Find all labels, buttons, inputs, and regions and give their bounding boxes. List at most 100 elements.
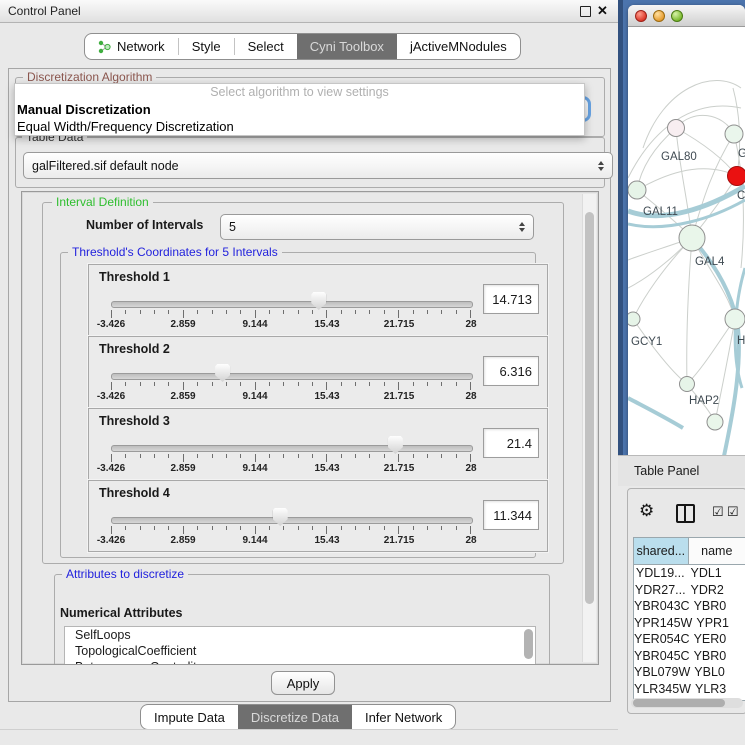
slider-ticks	[111, 526, 471, 534]
scale-label: -3.426	[97, 319, 125, 330]
slider-ticks	[111, 310, 471, 318]
network-edge[interactable]	[692, 134, 734, 238]
tab-infer-network[interactable]: Infer Network	[352, 705, 455, 729]
scale-label: 9.144	[242, 391, 267, 402]
tab-cyni-toolbox[interactable]: Cyni Toolbox	[297, 34, 397, 59]
column-header-shared-name[interactable]: shared...	[634, 538, 689, 564]
cell-name: YBR0	[690, 648, 745, 665]
gear-icon[interactable]: ⚙	[639, 502, 654, 519]
network-view-window: GAL80GALGAL11CGAL4GCY1HHAP2	[628, 5, 745, 456]
cell-name: YBR0	[690, 598, 745, 615]
vertical-scrollbar[interactable]	[582, 194, 596, 662]
table-row[interactable]: YPR145WYPR1	[634, 615, 745, 632]
columns-icon[interactable]	[676, 504, 695, 523]
scrollbar-thumb[interactable]	[633, 699, 725, 707]
close-traffic-light-icon[interactable]	[635, 10, 647, 22]
threshold-value-field[interactable]: 6.316	[483, 356, 539, 386]
network-node[interactable]	[725, 125, 743, 143]
cell-name: YLR3	[691, 681, 745, 698]
scale-label: 28	[465, 463, 476, 474]
horizontal-scrollbar[interactable]	[631, 698, 743, 708]
network-node[interactable]	[668, 120, 685, 137]
apply-button[interactable]: Apply	[271, 671, 335, 695]
cell-shared-name: YPR145W	[634, 615, 692, 632]
table-row[interactable]: YER054CYER0	[634, 631, 745, 648]
threshold-value-field[interactable]: 11.344	[483, 500, 539, 530]
threshold-label: Threshold 4	[99, 486, 170, 500]
algorithm-option-manual[interactable]: Manual Discretization	[15, 101, 584, 118]
column-header-name[interactable]: name	[689, 538, 745, 564]
tab-label: Discretize Data	[251, 710, 339, 725]
list-item[interactable]: TopologicalCoefficient	[65, 643, 535, 659]
scale-label: 15.43	[314, 319, 339, 330]
top-tab-bar: NetworkStyleSelect Cyni Toolbox jActiveMNo…	[84, 33, 521, 60]
list-item[interactable]: BetweennessCentrality	[65, 659, 535, 665]
threshold-panel-1: Threshold 1-3.4262.8599.14415.4321.71528…	[88, 264, 548, 336]
network-edge-highlighted[interactable]	[628, 398, 683, 428]
network-edge[interactable]	[687, 319, 735, 384]
table-data-combobox[interactable]: galFiltered.sif default node	[23, 152, 613, 179]
table-row[interactable]: YLR345WYLR3	[634, 681, 745, 698]
scrollbar-thumb[interactable]	[585, 212, 594, 604]
checkbox-icon[interactable]: ☑	[727, 505, 739, 518]
numerical-attributes-list[interactable]: SelfLoopsTopologicalCoefficientBetweenne…	[64, 626, 536, 665]
network-edge[interactable]	[633, 238, 692, 319]
node-label: GAL80	[661, 151, 697, 163]
network-canvas[interactable]: GAL80GALGAL11CGAL4GCY1HHAP2	[628, 27, 745, 456]
tab-label: Cyni Toolbox	[310, 39, 384, 54]
table-row[interactable]: YDL19...YDL1	[634, 565, 745, 582]
scale-label: 15.43	[314, 391, 339, 402]
checkbox-icon[interactable]: ☑	[712, 505, 724, 518]
threshold-panel-3: Threshold 3-3.4262.8599.14415.4321.71528…	[88, 408, 548, 480]
slider-track[interactable]	[111, 445, 473, 452]
network-node[interactable]	[680, 377, 695, 392]
scale-label: -3.426	[97, 463, 125, 474]
threshold-value-field[interactable]: 14.713	[483, 284, 539, 314]
network-node[interactable]	[725, 309, 745, 329]
network-node[interactable]	[628, 181, 646, 199]
list-scrollbar[interactable]	[524, 629, 533, 659]
slider-track[interactable]	[111, 517, 473, 524]
cyni-toolbox-panel: Discretization Algorithm Select algorith…	[8, 68, 611, 702]
scale-label: -3.426	[97, 391, 125, 402]
list-item[interactable]: SelfLoops	[65, 627, 535, 643]
network-edge[interactable]	[692, 238, 735, 319]
table-row[interactable]: YBR043CYBR0	[634, 598, 745, 615]
table-row[interactable]: YDR27...YDR2	[634, 582, 745, 599]
threshold-value-field[interactable]: 21.4	[483, 428, 539, 458]
tab-jactivemnodules[interactable]: jActiveMNodules	[397, 34, 520, 59]
table-panel: ⚙ ☑ ☑ shared... name YDL19...YDL1YDR27..…	[627, 488, 745, 714]
tab-impute-data[interactable]: Impute Data	[141, 705, 238, 729]
tab-select[interactable]: Select	[235, 34, 297, 59]
cell-shared-name: YBR045C	[634, 648, 690, 665]
tab-style[interactable]: Style	[179, 34, 234, 59]
slider-track[interactable]	[111, 301, 473, 308]
tab-network[interactable]: Network	[85, 34, 178, 59]
scale-label: 28	[465, 391, 476, 402]
network-node[interactable]	[707, 414, 723, 430]
float-window-icon[interactable]	[580, 6, 591, 17]
close-icon[interactable]: ✕	[597, 3, 608, 19]
network-edge[interactable]	[687, 238, 692, 384]
number-of-intervals-value: 5	[229, 220, 236, 234]
table-row[interactable]: YBR045CYBR0	[634, 648, 745, 665]
node-label: C	[737, 190, 745, 202]
tab-discretize-data[interactable]: Discretize Data	[238, 705, 352, 729]
table-row[interactable]: YBL079WYBL0	[634, 664, 745, 681]
scale-label: 2.859	[170, 319, 195, 330]
tab-label: jActiveMNodules	[410, 39, 507, 54]
network-node[interactable]	[628, 312, 640, 326]
number-of-intervals-combobox[interactable]: 5	[220, 214, 534, 240]
node-label: GAL4	[695, 256, 725, 268]
network-window-titlebar	[628, 5, 745, 27]
network-edge[interactable]	[633, 319, 687, 384]
slider-track[interactable]	[111, 373, 473, 380]
network-node[interactable]	[679, 225, 705, 251]
minimize-traffic-light-icon[interactable]	[653, 10, 665, 22]
network-node[interactable]	[728, 167, 745, 186]
algorithm-option-equal-width[interactable]: Equal Width/Frequency Discretization	[15, 118, 584, 135]
cell-name: YER0	[690, 631, 745, 648]
algorithm-placeholder-option[interactable]: Select algorithm to view settings	[15, 84, 584, 101]
network-edge[interactable]	[637, 169, 737, 190]
zoom-traffic-light-icon[interactable]	[671, 10, 683, 22]
